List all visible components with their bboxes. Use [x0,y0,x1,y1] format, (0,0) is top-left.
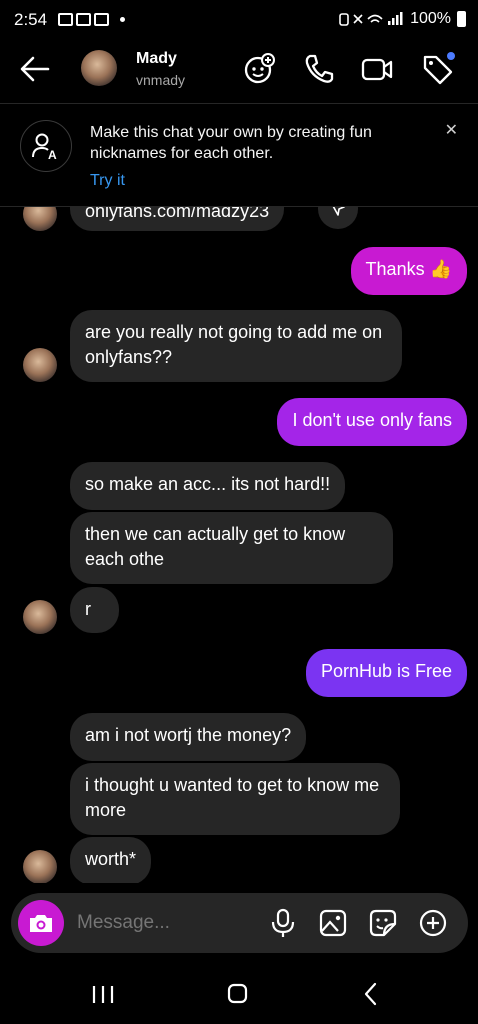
close-icon[interactable]: ✕ [445,120,458,140]
back-icon[interactable] [352,980,392,1008]
message-bubble[interactable]: so make an acc... its not hard!! [70,462,346,510]
mic-icon[interactable] [268,908,298,938]
plus-icon[interactable] [418,908,448,938]
avatar[interactable] [23,207,57,231]
system-icons: 100% [338,10,466,28]
nickname-banner: A Make this chat your own by creating fu… [0,103,478,207]
sticker-icon[interactable] [368,908,398,938]
youtube-notification-icon-2 [94,13,109,26]
contact-username[interactable]: vnmady [136,72,185,88]
more-notifications-icon [120,17,125,22]
message-bubble[interactable]: worth* [70,837,152,883]
svg-text:A: A [48,148,57,161]
message-bubble[interactable]: I don't use only fans [277,398,467,446]
share-icon[interactable] [318,207,358,229]
system-navigation-bar [0,960,478,1024]
home-icon[interactable] [217,980,257,1008]
battery-icon [457,11,466,27]
chat-header: Mady vnmady [0,42,478,102]
notification-badge [447,52,455,60]
banner-text: Make this chat your own by creating fun … [90,124,372,162]
message-bubble[interactable]: onlyfans.com/madzy23 [70,207,285,231]
tag-button[interactable] [421,52,455,86]
message-bubble[interactable]: PornHub is Free [305,649,467,697]
back-arrow-icon[interactable] [18,54,52,84]
avatar[interactable] [23,600,57,634]
status-bar: 2:54 100% [0,0,478,42]
gallery-notification-icon [58,13,73,26]
message-bubble[interactable]: then we can actually get to know each ot… [70,512,393,584]
message-bubble[interactable]: am i not wortj the money? [70,713,307,761]
youtube-notification-icon [76,13,91,26]
message-bubble[interactable]: i thought u wanted to get to know me mor… [70,763,400,835]
avatar[interactable] [81,50,117,86]
status-time: 2:54 [14,10,48,29]
message-bubble[interactable]: Thanks 👍 [350,247,467,295]
message-bubble[interactable]: are you really not going to add me on on… [70,310,402,382]
phone-icon[interactable] [302,52,336,86]
notification-icons [58,13,125,26]
contact-name[interactable]: Mady [136,50,177,68]
avatar[interactable] [23,850,57,883]
camera-icon[interactable] [18,900,64,946]
gallery-icon[interactable] [318,908,348,938]
message-input[interactable] [75,911,269,935]
message-composer [11,893,468,953]
signal-icons [339,12,403,26]
recents-icon[interactable] [83,980,123,1008]
video-icon[interactable] [360,52,394,86]
avatar[interactable] [23,348,57,382]
effects-icon[interactable] [242,52,276,86]
try-it-link[interactable]: Try it [90,172,125,190]
nickname-icon: A [20,120,72,172]
message-bubble[interactable]: r [70,587,119,633]
message-list[interactable]: onlyfans.com/madzy23 Thanks 👍 are you re… [0,207,478,883]
battery-percent: 100% [410,10,451,27]
